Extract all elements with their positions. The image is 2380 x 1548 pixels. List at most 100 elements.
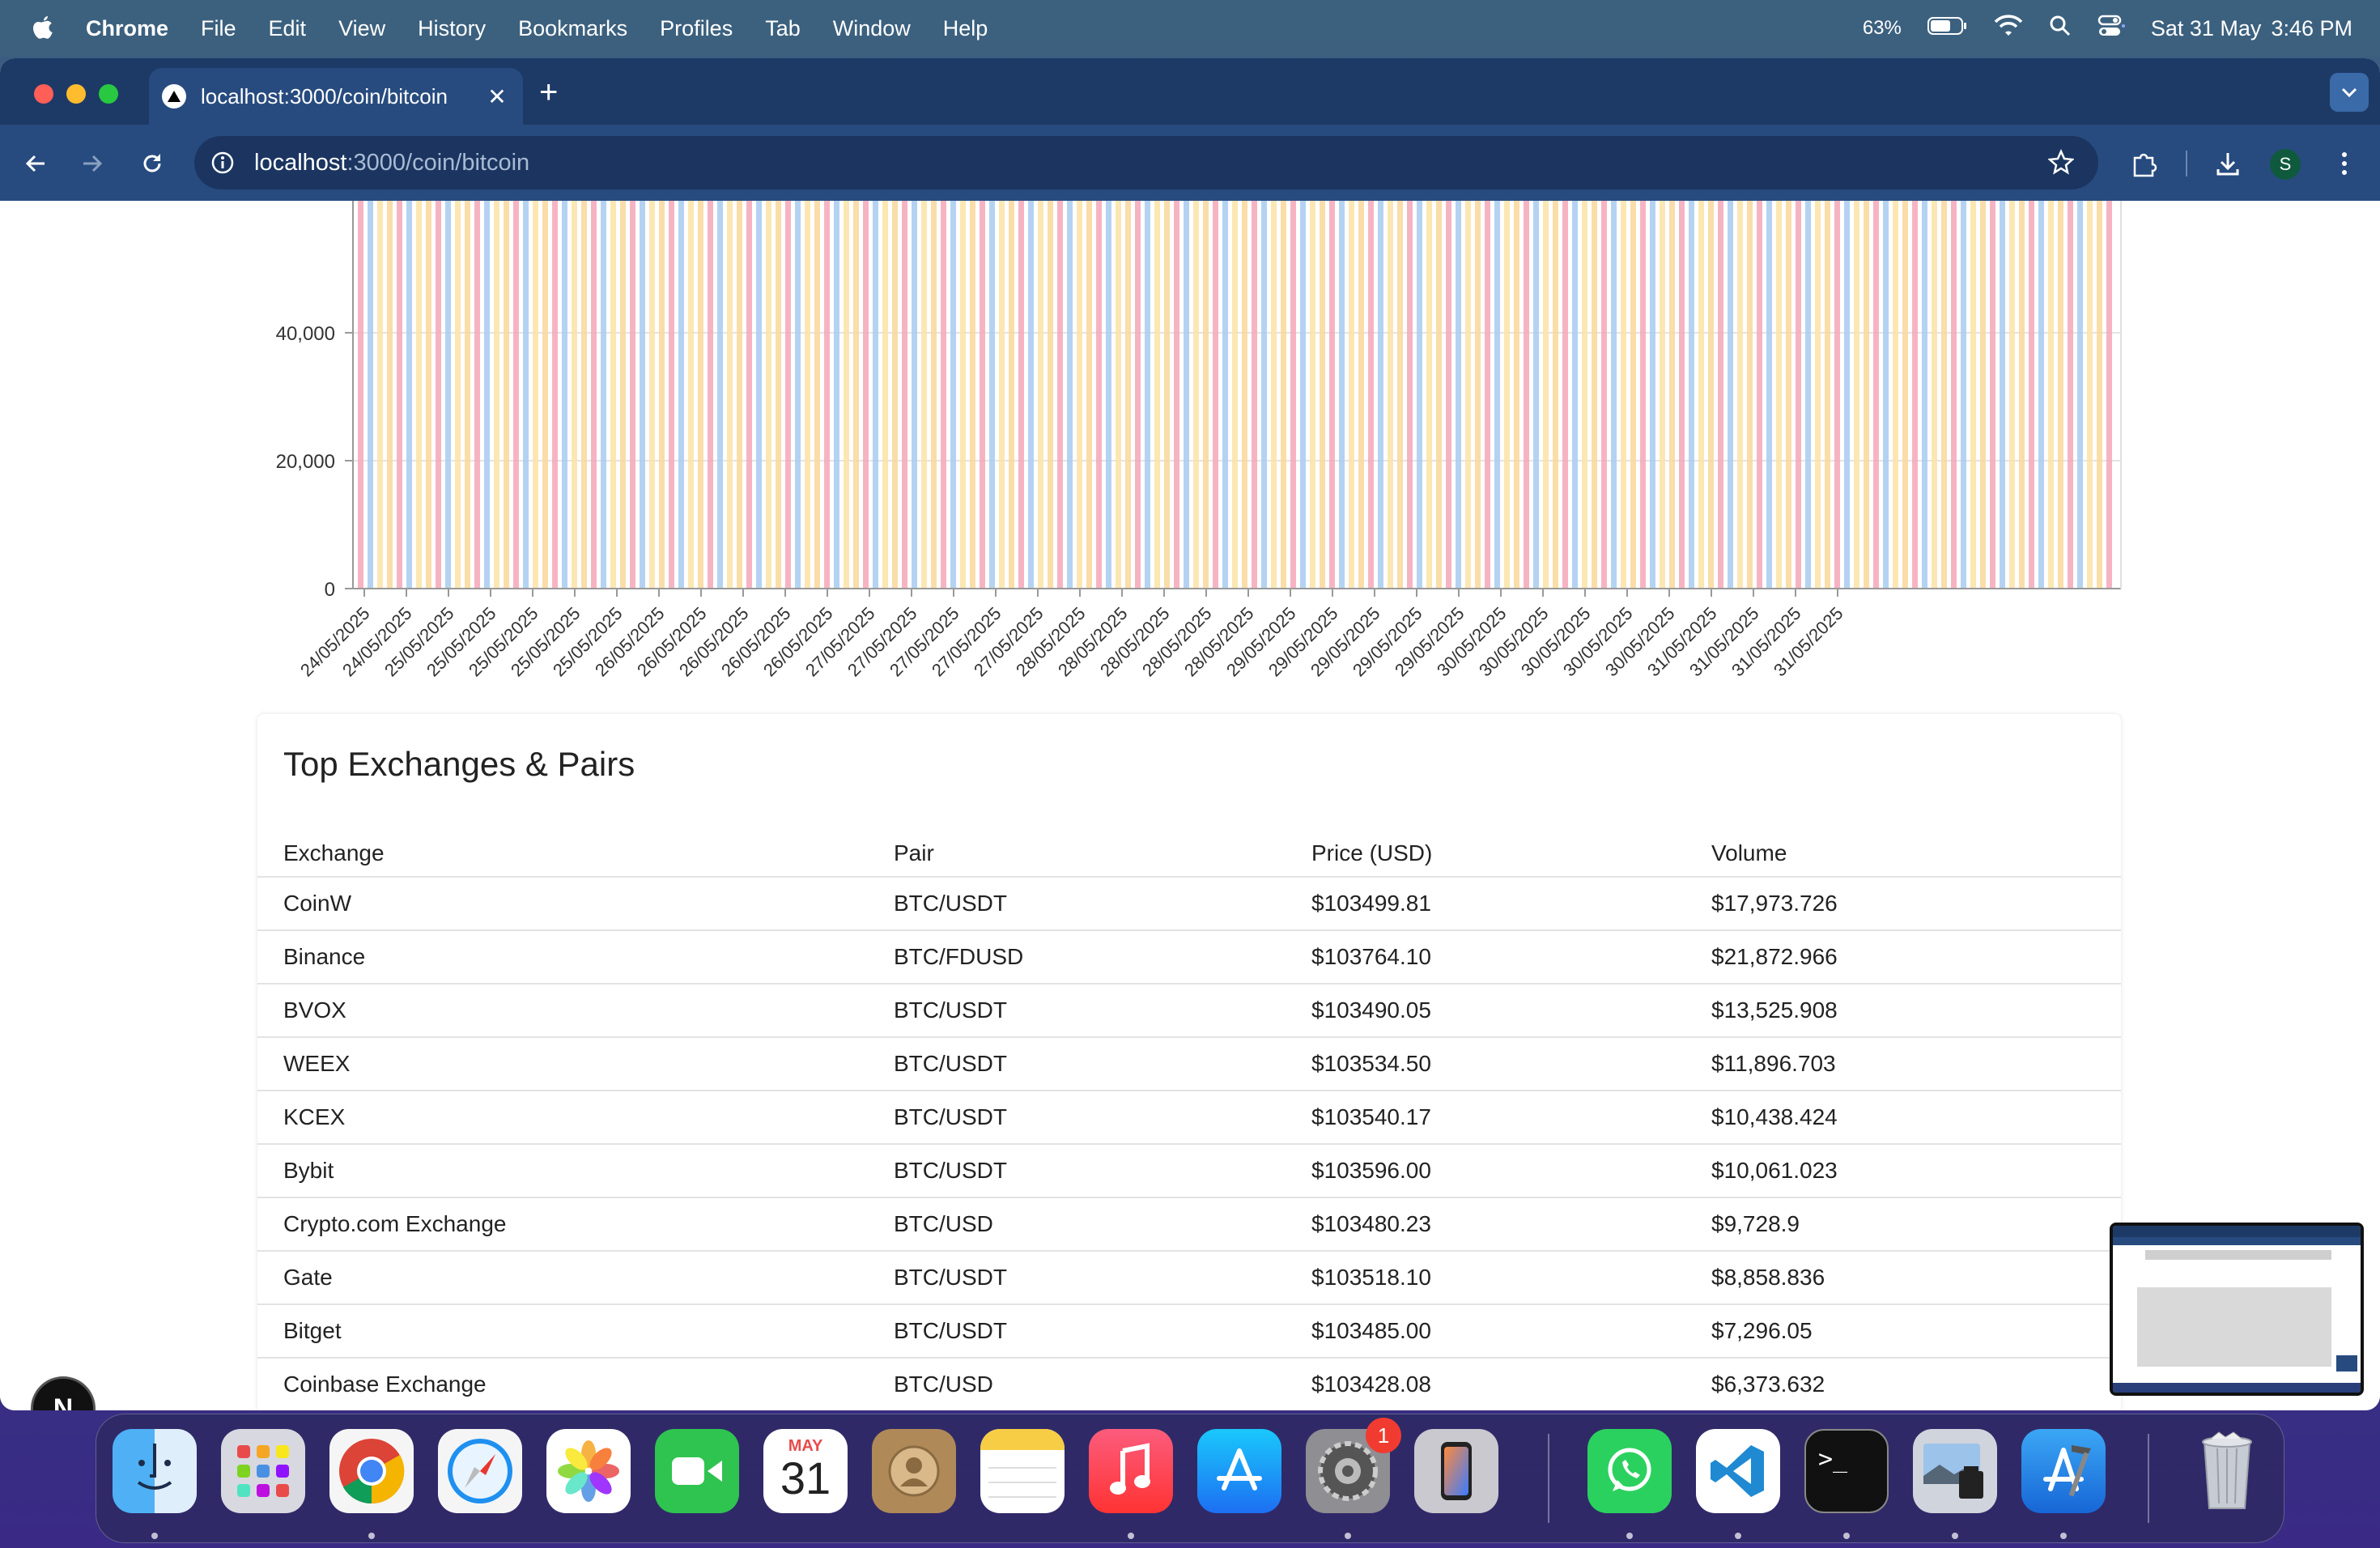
menu-help[interactable]: Help xyxy=(943,16,988,41)
menu-file[interactable]: File xyxy=(201,16,236,41)
cell-volume: $8,858.836 xyxy=(1711,1251,2121,1305)
cell-exchange: Coinbase Exchange xyxy=(257,1358,894,1410)
chart-bar xyxy=(1825,201,1830,589)
wifi-icon[interactable] xyxy=(1994,14,2023,43)
menu-bookmarks[interactable]: Bookmarks xyxy=(518,16,627,41)
menu-edit[interactable]: Edit xyxy=(269,16,307,41)
chart-bar xyxy=(1184,201,1189,589)
chart-bar xyxy=(2058,201,2063,589)
close-tab-icon[interactable]: ✕ xyxy=(481,83,513,110)
chart-bar xyxy=(1951,201,1957,589)
calendar-icon[interactable]: MAY 31 xyxy=(763,1429,848,1513)
zoom-window-button[interactable] xyxy=(99,84,118,104)
chart-bar xyxy=(1553,201,1558,589)
chart-bar xyxy=(669,201,674,589)
safari-icon[interactable] xyxy=(438,1429,522,1513)
terminal-icon[interactable]: >_ xyxy=(1804,1429,1889,1513)
nextjs-dev-indicator[interactable]: N xyxy=(31,1376,96,1410)
chart-bar xyxy=(1475,201,1481,589)
chart-bar xyxy=(1048,201,1053,589)
new-tab-button[interactable]: + xyxy=(539,76,558,108)
launchpad-icon[interactable] xyxy=(221,1429,305,1513)
chart-bar xyxy=(1203,201,1209,589)
running-indicator xyxy=(1735,1533,1741,1539)
bookmark-star-icon[interactable] xyxy=(2047,148,2075,181)
downloads-icon[interactable] xyxy=(2210,146,2246,181)
chart-bar xyxy=(387,201,393,589)
menu-history[interactable]: History xyxy=(418,16,486,41)
iphone-mirroring-icon[interactable] xyxy=(1414,1429,1498,1513)
finder-icon[interactable] xyxy=(113,1429,197,1513)
music-icon[interactable] xyxy=(1089,1429,1173,1513)
screenshot-thumbnail[interactable] xyxy=(2110,1223,2364,1396)
cell-volume: $17,973.726 xyxy=(1711,877,2121,931)
chart-bar xyxy=(1397,201,1403,589)
tab-active[interactable]: localhost:3000/coin/bitcoin ✕ xyxy=(149,68,523,125)
forward-icon[interactable] xyxy=(74,146,110,181)
menu-tab[interactable]: Tab xyxy=(765,16,801,41)
cell-pair: BTC/FDUSD xyxy=(894,930,1311,985)
chart-bar xyxy=(1893,201,1898,589)
notes-icon[interactable] xyxy=(980,1429,1065,1513)
chart-bar xyxy=(737,201,742,589)
chart-bar xyxy=(1912,201,1918,589)
chart-bar xyxy=(1349,201,1354,589)
y-tick-label: 40,000 xyxy=(276,323,335,345)
chart-bar xyxy=(1213,201,1218,589)
menu-window[interactable]: Window xyxy=(833,16,911,41)
preview-icon[interactable] xyxy=(1913,1429,1997,1513)
photos-icon[interactable] xyxy=(546,1429,631,1513)
chart-bar xyxy=(620,201,626,589)
chart-bar xyxy=(1718,201,1723,589)
extensions-icon[interactable] xyxy=(2126,146,2161,181)
tab-search-icon[interactable] xyxy=(2330,73,2369,112)
calendar-day: 31 xyxy=(780,1452,831,1503)
chart-bar xyxy=(426,201,431,589)
chart-bar xyxy=(950,201,956,589)
menu-view[interactable]: View xyxy=(338,16,385,41)
chart-bar xyxy=(1592,201,1597,589)
cell-exchange: CoinW xyxy=(257,877,894,931)
chart-bar xyxy=(1650,201,1655,589)
whatsapp-icon[interactable] xyxy=(1587,1429,1672,1513)
chart-bar xyxy=(2097,201,2102,589)
site-info-icon[interactable] xyxy=(209,149,236,176)
system-settings-icon[interactable]: 1 xyxy=(1306,1418,1401,1513)
chart-bar xyxy=(2106,201,2112,589)
spotlight-search-icon[interactable] xyxy=(2049,15,2072,43)
chrome-menu-icon[interactable] xyxy=(2327,146,2362,181)
contacts-icon[interactable] xyxy=(872,1429,956,1513)
xcode-icon[interactable] xyxy=(2021,1429,2106,1513)
tab-title: localhost:3000/coin/bitcoin xyxy=(201,83,448,108)
dock: MAY 31 1 >_ xyxy=(96,1414,2284,1543)
close-window-button[interactable] xyxy=(34,84,53,104)
profile-avatar[interactable]: S xyxy=(2270,149,2301,180)
table-row: Crypto.com Exchange BTC/USD $103480.23 $9,7… xyxy=(257,1197,2121,1252)
facetime-icon[interactable] xyxy=(655,1429,739,1513)
cell-price: $103428.08 xyxy=(1311,1358,1711,1410)
cell-volume: $21,872.966 xyxy=(1711,930,2121,985)
trash-icon[interactable] xyxy=(2185,1429,2269,1513)
chart-bar xyxy=(1164,201,1170,589)
battery-icon[interactable] xyxy=(1927,16,1968,41)
chart-bar xyxy=(640,201,645,589)
chart-bar xyxy=(1242,201,1247,589)
reload-icon[interactable] xyxy=(134,146,170,181)
menu-date[interactable]: Sat 31 May xyxy=(2151,16,2262,41)
chrome-icon[interactable] xyxy=(329,1429,414,1513)
address-bar[interactable]: localhost:3000/coin/bitcoin xyxy=(194,136,2098,189)
chart-bar xyxy=(1077,201,1082,589)
chart-bar xyxy=(1456,201,1461,589)
minimize-window-button[interactable] xyxy=(66,84,86,104)
menu-app-name[interactable]: Chrome xyxy=(86,16,168,41)
exchanges-card: Top Exchanges & Pairs Exchange Pair Pric… xyxy=(257,714,2121,1410)
cell-pair: BTC/USD xyxy=(894,1197,1311,1252)
menu-profiles[interactable]: Profiles xyxy=(660,16,733,41)
app-store-icon[interactable] xyxy=(1197,1429,1281,1513)
vscode-icon[interactable] xyxy=(1696,1429,1780,1513)
control-center-icon[interactable] xyxy=(2097,15,2125,43)
chart-bar xyxy=(455,201,461,589)
menu-time[interactable]: 3:46 PM xyxy=(2271,16,2352,41)
back-icon[interactable] xyxy=(18,146,53,181)
apple-menu-icon[interactable] xyxy=(29,12,57,45)
